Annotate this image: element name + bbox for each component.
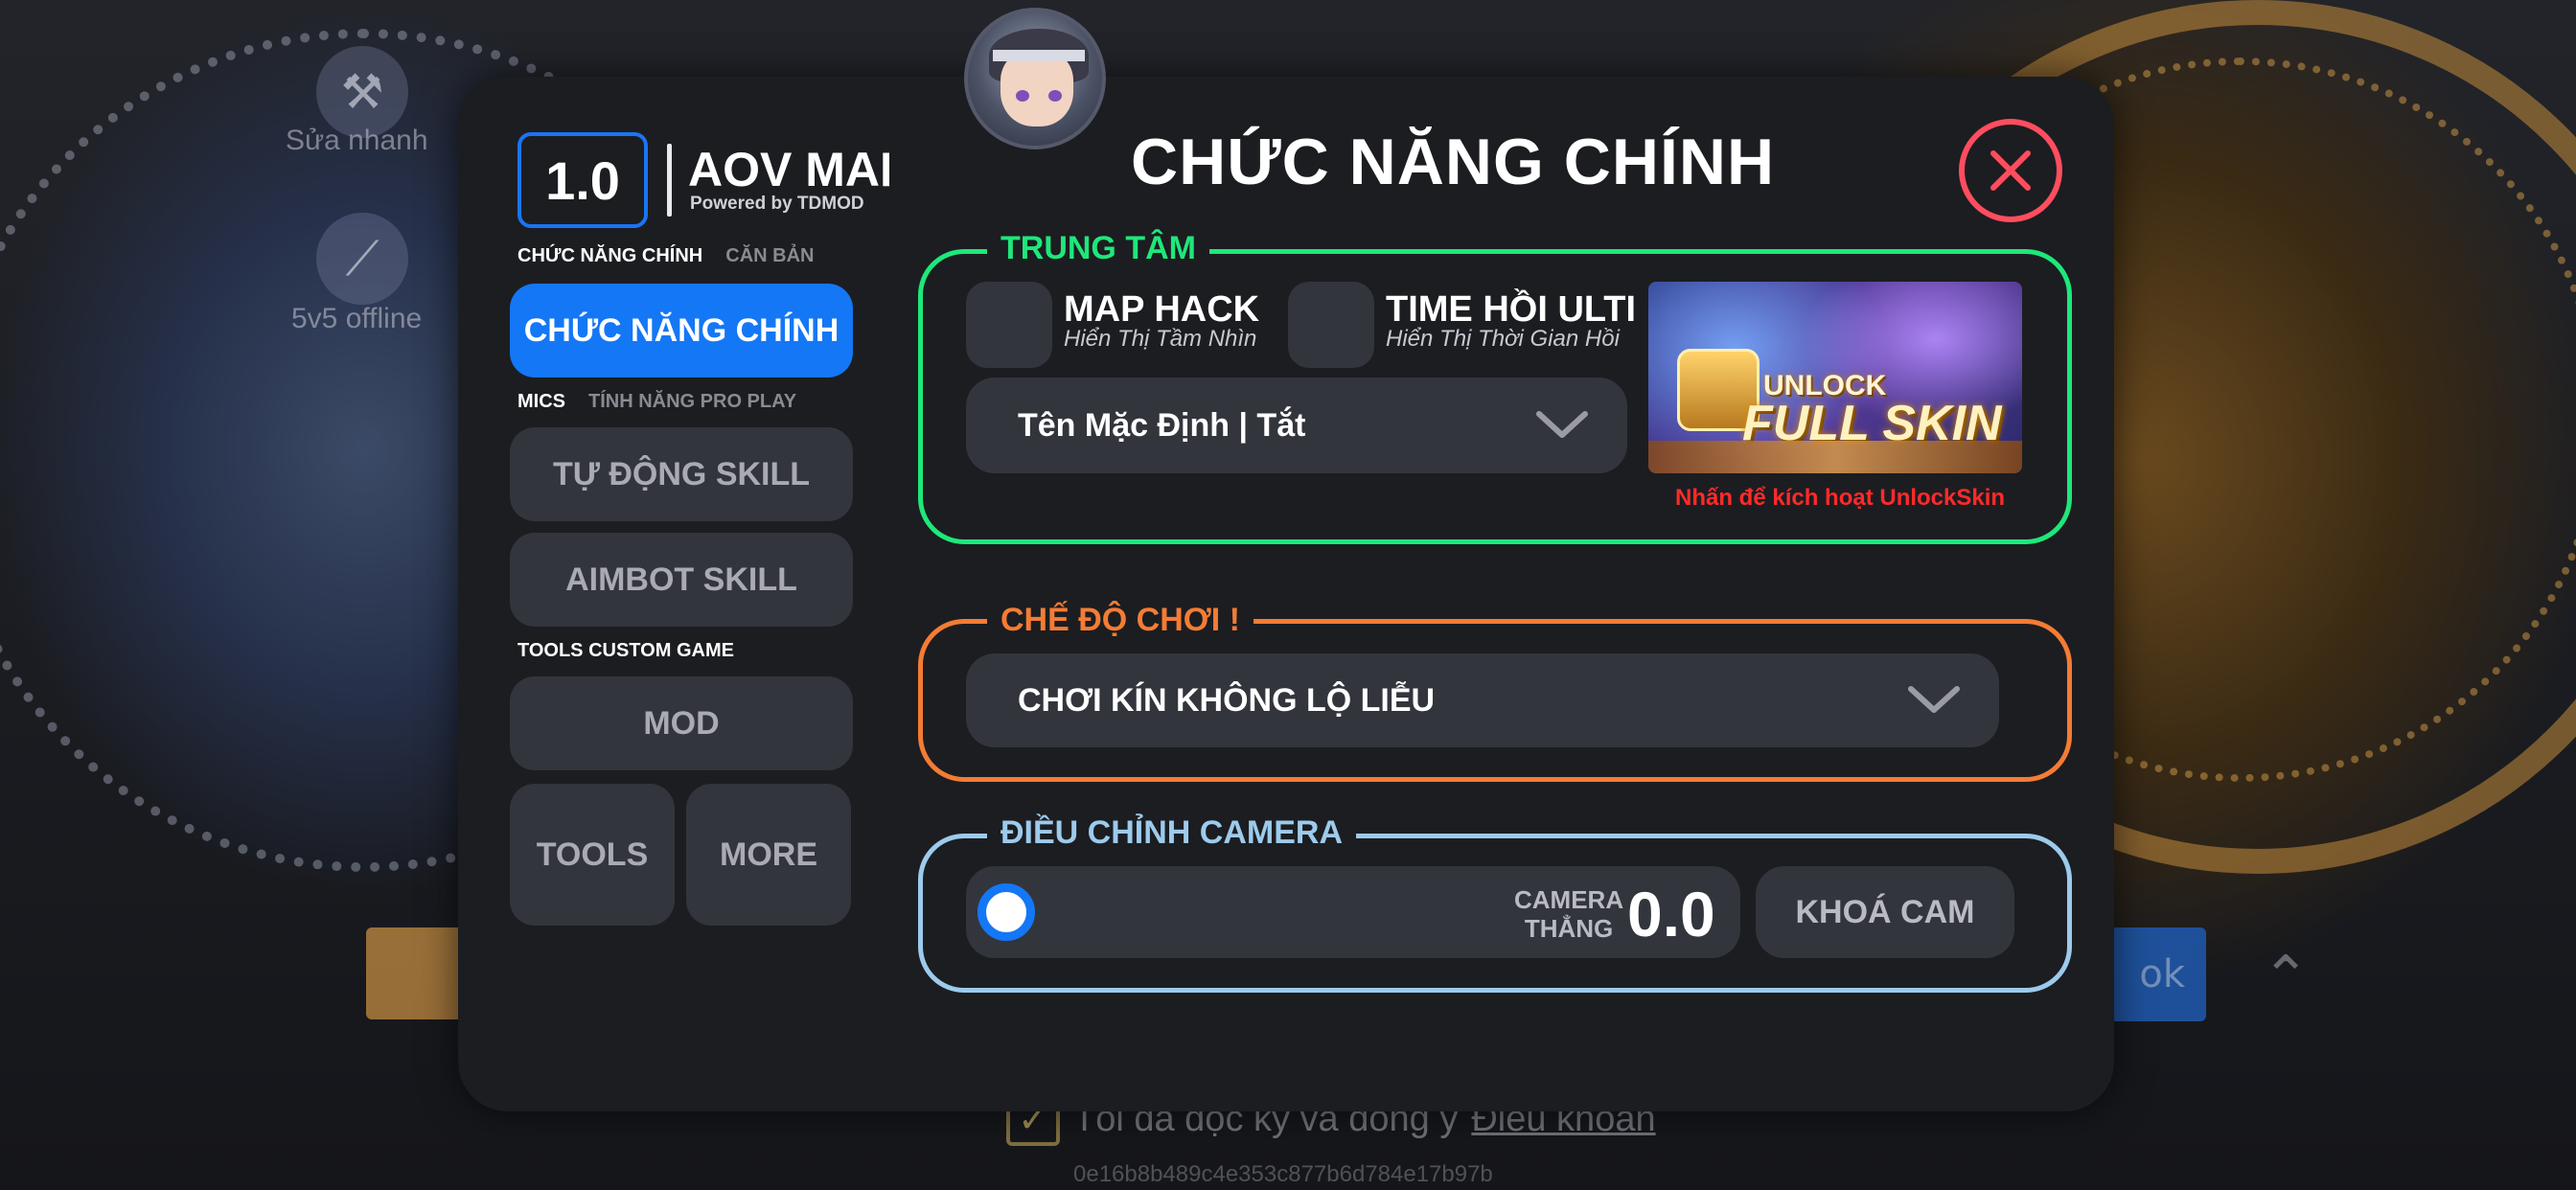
play-mode-dropdown[interactable]: CHƠI KÍN KHÔNG LỘ LIỄU [966, 653, 1999, 747]
camera-slider-label: CAMERA THẲNG [1514, 885, 1623, 943]
tab-pro-play[interactable]: TÍNH NĂNG PRO PLAY [588, 391, 796, 412]
header-divider [667, 144, 672, 217]
device-hash: 0e16b8b489c4e353c877b6d784e17b97b [1073, 1161, 1493, 1187]
camera-slider[interactable]: CAMERA THẲNG 0.0 [966, 866, 1740, 958]
main-functions-button[interactable]: CHỨC NĂNG CHÍNH [510, 284, 853, 378]
offline-mode-label: 5v5 offline [291, 303, 423, 334]
tab-mics[interactable]: MICS [518, 391, 565, 412]
mod-button[interactable]: MOD [510, 676, 853, 770]
app-name: AOV MAP [688, 143, 889, 196]
map-hack-title: MAP HACK [1064, 289, 1260, 330]
play-mode-value: CHƠI KÍN KHÔNG LỘ LIỄU [1018, 681, 1436, 719]
avatar-icon [964, 8, 1106, 149]
lock-camera-button[interactable]: KHOÁ CAM [1756, 866, 2014, 958]
chevron-down-icon [1908, 686, 1960, 713]
close-x-icon [1990, 150, 2031, 191]
page-title: CHỨC NĂNG CHÍNH [1131, 126, 1776, 198]
time-ulti-title: TIME HỒI ULTI [1386, 289, 1637, 330]
sidebar-section-2: MICS TÍNH NĂNG PRO PLAY [518, 391, 796, 413]
map-hack-subtitle: Hiển Thị Tầm Nhìn [1064, 326, 1257, 352]
center-group-title: TRUNG TÂM [987, 230, 1209, 267]
tools-button[interactable]: TOOLS [510, 784, 675, 926]
unlock-skin-caption[interactable]: Nhấn để kích hoạt UnlockSkin [1675, 485, 2005, 512]
camera-value: 0.0 [1627, 879, 1715, 950]
camera-label-line-2: THẲNG [1524, 914, 1614, 943]
unlock-skin-banner[interactable]: UNLOCK FULL SKIN [1648, 282, 2022, 473]
close-button[interactable] [1959, 119, 2062, 222]
name-select-value: Tên Mặc Định | Tắt [1018, 406, 1306, 444]
map-route-icon[interactable]: ⟋ [316, 213, 408, 305]
auto-skill-button[interactable]: TỰ ĐỘNG SKILL [510, 427, 853, 521]
camera-slider-handle[interactable] [978, 883, 1035, 941]
name-select-dropdown[interactable]: Tên Mặc Định | Tắt [966, 378, 1627, 473]
time-ulti-subtitle: Hiển Thị Thời Gian Hồi [1386, 326, 1620, 352]
powered-by: Powered by TDMOD [690, 194, 864, 214]
tab-basic[interactable]: CĂN BẢN [725, 245, 814, 266]
quick-fix-label: Sửa nhanh [286, 125, 428, 156]
more-button[interactable]: MORE [686, 784, 851, 926]
background-blue-button-label: ok [2139, 952, 2185, 996]
play-mode-group-title: CHẾ ĐỘ CHƠI ! [987, 602, 1254, 639]
chevron-up-icon[interactable]: ⌃ [2262, 944, 2310, 1011]
tools-custom-game-label: TOOLS CUSTOM GAME [518, 640, 734, 661]
version-badge: 1.0 [518, 132, 648, 228]
sidebar-section-3: TOOLS CUSTOM GAME [518, 640, 734, 662]
camera-label-line-1: CAMERA [1514, 885, 1624, 914]
chevron-down-icon [1536, 411, 1588, 438]
tab-main-functions[interactable]: CHỨC NĂNG CHÍNH [518, 245, 702, 266]
sidebar-section-1: CHỨC NĂNG CHÍNH CĂN BẢN [518, 245, 814, 267]
camera-group-title: ĐIỀU CHỈNH CAMERA [987, 814, 1356, 852]
time-ulti-toggle[interactable] [1288, 282, 1374, 368]
aimbot-skill-button[interactable]: AIMBOT SKILL [510, 533, 853, 627]
map-hack-toggle[interactable] [966, 282, 1052, 368]
